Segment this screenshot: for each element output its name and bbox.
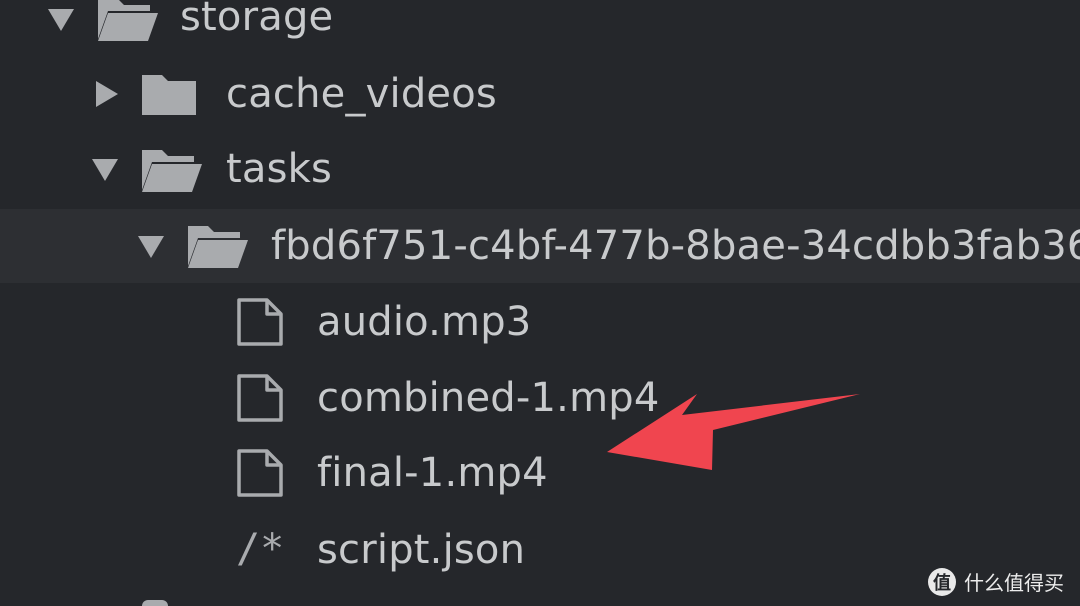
watermark-logo-icon: 值 xyxy=(928,567,956,596)
watermark-text: 什么值得买 xyxy=(964,571,1064,595)
watermark: 值 什么值得买 xyxy=(928,567,1064,596)
annotation-arrow-icon xyxy=(607,394,860,470)
